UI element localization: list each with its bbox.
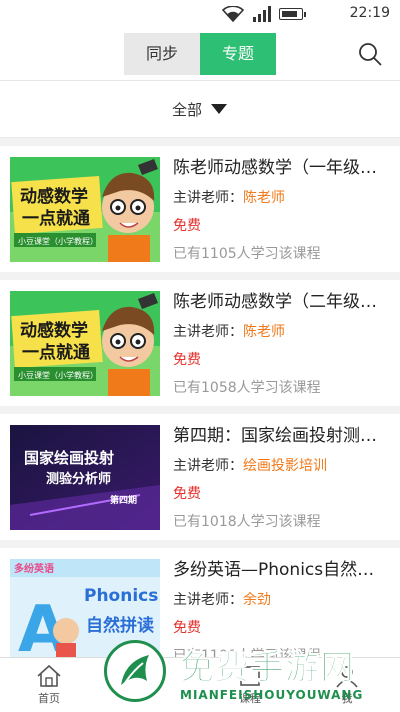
thumb-sub: 自然拼读: [86, 615, 154, 636]
course-thumbnail: 国家绘画投射 测验分析师 第四期: [10, 425, 160, 530]
thumb-title-2: 一点就通: [22, 208, 90, 229]
wifi-icon: [222, 6, 244, 22]
search-icon[interactable]: [358, 42, 382, 66]
watermark-logo-icon: [104, 640, 166, 702]
thumb-title-2: 测验分析师: [46, 471, 111, 487]
course-info: 第四期：国家绘画投射测… 主讲老师：绘画投影培训 免费 已有1018人学习该课程: [173, 424, 389, 532]
thumb-title-2: Phonics: [84, 586, 158, 606]
course-card[interactable]: 国家绘画投射 测验分析师 第四期 第四期：国家绘画投射测… 主讲老师：绘画投影培…: [0, 414, 400, 540]
signal-icon: [253, 6, 271, 22]
thumb-sub: 小豆课堂（小学教程）: [18, 236, 98, 246]
segmented-control: 同步 专题: [124, 33, 276, 75]
course-price: 免费: [173, 486, 201, 502]
teacher-prefix: 主讲老师：: [173, 458, 243, 474]
teacher-prefix: 主讲老师：: [173, 190, 243, 206]
course-card[interactable]: 动感数学 一点就通 小豆课堂（小学教程） 陈老师动感数学（一年级… 主讲老师：陈…: [0, 146, 400, 272]
course-teacher: 主讲老师：余劲: [173, 590, 389, 610]
course-teacher: 主讲老师：陈老师: [173, 188, 389, 208]
watermark-subtitle: MIANFEISHOUYOUWANG: [180, 688, 364, 702]
status-bar: 22:19: [0, 0, 400, 28]
thumb-title-2: 一点就通: [22, 342, 90, 363]
filter-dropdown[interactable]: 全部: [0, 81, 400, 138]
home-icon: [37, 664, 61, 687]
course-teacher: 主讲老师：陈老师: [173, 322, 389, 342]
course-teacher: 主讲老师：绘画投影培训: [173, 456, 389, 476]
teacher-name: 陈老师: [243, 190, 285, 206]
tab-home[interactable]: 首页: [14, 662, 84, 706]
caret-down-icon: [211, 104, 227, 114]
course-learner-count: 已有1018人学习该课程: [173, 514, 321, 530]
teacher-name: 陈老师: [243, 324, 285, 340]
course-price: 免费: [173, 218, 201, 234]
teacher-name: 绘画投影培训: [243, 458, 327, 474]
thumb-sub: 小豆课堂（小学教程）: [18, 370, 98, 380]
thumb-title-1: 动感数学: [20, 320, 88, 341]
tab-home-label: 首页: [38, 692, 60, 705]
course-title[interactable]: 第四期：国家绘画投射测…: [173, 424, 383, 448]
thumb-title-1: 国家绘画投射: [24, 449, 114, 467]
watermark: 免费手游网 MIANFEISHOUYOUWANG: [100, 636, 400, 711]
tab-sync[interactable]: 同步: [124, 33, 200, 75]
teacher-prefix: 主讲老师：: [173, 324, 243, 340]
course-title[interactable]: 陈老师动感数学（一年级…: [173, 156, 383, 180]
course-info: 陈老师动感数学（一年级… 主讲老师：陈老师 免费 已有1105人学习该课程: [173, 156, 389, 264]
thumb-title-1: 动感数学: [20, 186, 88, 207]
course-info: 陈老师动感数学（二年级… 主讲老师：陈老师 免费 已有1058人学习该课程: [173, 290, 389, 398]
course-learner-count: 已有1105人学习该课程: [173, 246, 321, 262]
status-time: 22:19: [349, 5, 390, 21]
status-icons: [222, 6, 332, 22]
course-title[interactable]: 多纷英语—Phonics自然拼…: [173, 558, 383, 582]
course-card[interactable]: 动感数学 一点就通 小豆课堂（小学教程） 陈老师动感数学（二年级… 主讲老师：陈…: [0, 280, 400, 406]
filter-label: 全部: [172, 101, 203, 119]
course-price: 免费: [173, 352, 201, 368]
teacher-prefix: 主讲老师：: [173, 592, 243, 608]
tab-topic[interactable]: 专题: [200, 33, 276, 75]
course-learner-count: 已有1058人学习该课程: [173, 380, 321, 396]
course-title[interactable]: 陈老师动感数学（二年级…: [173, 290, 383, 314]
battery-icon: [279, 8, 306, 20]
teacher-name: 余劲: [243, 592, 271, 608]
thumb-sub: 第四期: [110, 494, 137, 506]
course-thumbnail: 动感数学 一点就通 小豆课堂（小学教程）: [10, 157, 160, 262]
watermark-title: 免费手游网: [180, 648, 355, 689]
course-price: 免费: [173, 620, 201, 636]
top-bar: 同步 专题: [0, 28, 400, 81]
course-thumbnail: 动感数学 一点就通 小豆课堂（小学教程）: [10, 291, 160, 396]
thumb-title-1: 多纷英语: [14, 562, 54, 575]
